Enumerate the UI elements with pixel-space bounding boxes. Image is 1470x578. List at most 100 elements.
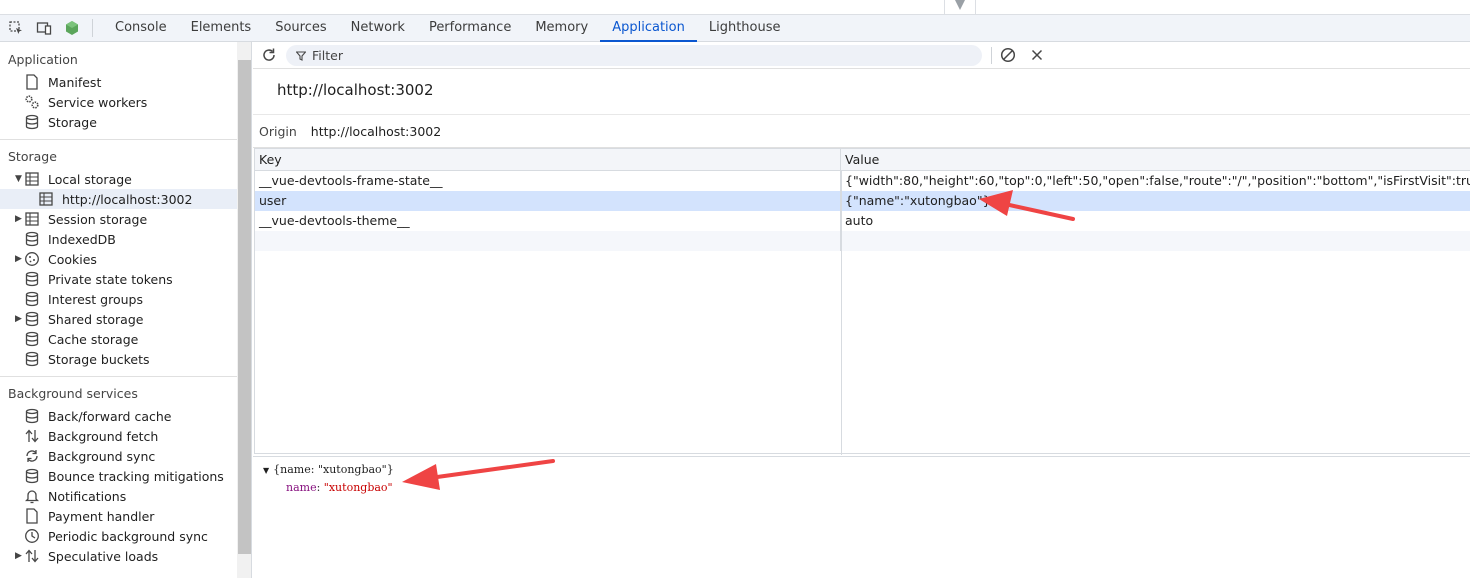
toolbar-separator (991, 47, 992, 64)
sidebar-item-local-storage[interactable]: ▼ Local storage (0, 169, 237, 189)
sidebar-item-label: Manifest (48, 74, 102, 90)
sidebar-item-background-fetch[interactable]: Background fetch (0, 426, 237, 446)
sidebar-item-local-storage-origin[interactable]: http://localhost:3002 (0, 189, 237, 209)
sidebar-item-label: Cache storage (48, 331, 139, 347)
tab-application[interactable]: Application (600, 15, 697, 42)
tab-performance[interactable]: Performance (417, 15, 523, 42)
cell-key[interactable]: __vue-devtools-frame-state__ (255, 171, 841, 191)
cell-value[interactable]: {"width":80,"height":60,"top":0,"left":5… (841, 171, 1470, 191)
refresh-icon[interactable] (261, 47, 277, 66)
sidebar-item-label: Local storage (48, 171, 132, 187)
collapsed-arrow-icon[interactable]: ▶ (15, 254, 25, 264)
storage-data-grid: Key Value __vue-devtools-frame-state__ {… (254, 148, 1470, 455)
bell-icon (24, 488, 40, 504)
panel-tabs: Console Elements Sources Network Perform… (0, 14, 1470, 42)
database-icon (24, 114, 40, 130)
sync-icon (24, 448, 40, 464)
collapsed-arrow-icon[interactable]: ▶ (15, 214, 25, 224)
tab-memory[interactable]: Memory (523, 15, 600, 42)
tab-elements[interactable]: Elements (179, 15, 264, 42)
cell-value[interactable]: auto (841, 211, 1470, 231)
preview-property-value: "xutongbao" (323, 481, 393, 494)
tab-network[interactable]: Network (339, 15, 417, 42)
database-icon (24, 311, 40, 327)
table-row-selected[interactable]: user {"name":"xutongbao"} (255, 191, 1470, 211)
table-row[interactable]: __vue-devtools-frame-state__ {"width":80… (255, 171, 1470, 191)
cookie-icon (24, 251, 40, 267)
sidebar-item-label: Session storage (48, 211, 148, 227)
collapsed-arrow-icon[interactable]: ▶ (15, 551, 25, 561)
sidebar-item-storage-buckets[interactable]: Storage buckets (0, 349, 237, 369)
cell-key[interactable]: __vue-devtools-theme__ (255, 211, 841, 231)
database-icon (24, 331, 40, 347)
devtools-topbar: Console Elements Sources Network Perform… (0, 0, 1470, 42)
sidebar-item-label: http://localhost:3002 (62, 191, 193, 207)
preview-summary: {name: "xutongbao"} (273, 463, 394, 476)
filter-input[interactable]: Filter (286, 45, 982, 66)
annotation-arrow-icon (979, 190, 1075, 221)
sidebar-item-speculative-loads[interactable]: ▶ Speculative loads (0, 546, 237, 566)
database-icon (24, 271, 40, 287)
sidebar-item-label: Shared storage (48, 311, 144, 327)
sidebar-item-service-workers[interactable]: Service workers (0, 92, 237, 112)
database-icon (24, 231, 40, 247)
tab-sources[interactable]: Sources (263, 15, 338, 42)
preview-property-key: name (286, 481, 317, 494)
cell-value[interactable]: {"name":"xutongbao"} (841, 191, 1470, 211)
sidebar-item-storage[interactable]: Storage (0, 112, 237, 132)
cell-value-empty (841, 231, 1470, 251)
preview-summary-line[interactable]: ▼ {name: "xutongbao"} (263, 463, 394, 476)
top-strip (0, 0, 1470, 14)
sidebar-item-payment-handler[interactable]: Payment handler (0, 506, 237, 526)
sidebar-item-label: Background fetch (48, 428, 159, 444)
expanded-arrow-icon[interactable]: ▼ (263, 466, 269, 475)
sidebar-item-shared-storage[interactable]: ▶ Shared storage (0, 309, 237, 329)
vue-devtools-icon[interactable] (58, 15, 86, 41)
cell-key[interactable]: user (255, 191, 841, 211)
table-icon (24, 211, 40, 227)
section-storage-title: Storage (8, 149, 57, 164)
sidebar-item-cookies[interactable]: ▶ Cookies (0, 249, 237, 269)
delete-selected-icon[interactable] (1030, 48, 1044, 65)
sidebar-item-label: Storage (48, 114, 97, 130)
sidebar-item-background-sync[interactable]: Background sync (0, 446, 237, 466)
tab-console[interactable]: Console (103, 15, 179, 42)
collapsed-arrow-icon[interactable]: ▶ (15, 314, 25, 324)
column-header-value[interactable]: Value (841, 149, 1470, 170)
sidebar-item-label: Private state tokens (48, 271, 173, 287)
clear-all-icon[interactable] (1000, 47, 1016, 66)
sidebar-item-private-state-tokens[interactable]: Private state tokens (0, 269, 237, 289)
sidebar-item-notifications[interactable]: Notifications (0, 486, 237, 506)
table-row[interactable]: __vue-devtools-theme__ auto (255, 211, 1470, 231)
file-icon (24, 508, 40, 524)
database-icon (24, 468, 40, 484)
origin-label: Origin (259, 123, 297, 139)
sidebar-scrollbar[interactable] (237, 42, 252, 578)
sidebar-item-periodic-background-sync[interactable]: Periodic background sync (0, 526, 237, 546)
sidebar-divider (0, 376, 237, 377)
sidebar-item-interest-groups[interactable]: Interest groups (0, 289, 237, 309)
tab-lighthouse[interactable]: Lighthouse (697, 15, 793, 42)
scrollbar-thumb[interactable] (238, 60, 251, 554)
preview-colon: : (316, 481, 324, 494)
sidebar-item-manifest[interactable]: Manifest (0, 72, 237, 92)
sidebar-item-label: Payment handler (48, 508, 155, 524)
sidebar-item-back-forward-cache[interactable]: Back/forward cache (0, 406, 237, 426)
sidebar-item-label: Periodic background sync (48, 528, 208, 544)
page-scroll-marker (944, 0, 976, 14)
column-header-key[interactable]: Key (255, 149, 841, 170)
sidebar-item-bounce-tracking[interactable]: Bounce tracking mitigations (0, 466, 237, 486)
clock-icon (24, 528, 40, 544)
sidebar-item-label: Back/forward cache (48, 408, 172, 424)
sidebar-item-label: Background sync (48, 448, 156, 464)
expanded-arrow-icon[interactable]: ▼ (15, 174, 25, 184)
sidebar-item-cache-storage[interactable]: Cache storage (0, 329, 237, 349)
origin-heading: http://localhost:3002 (277, 81, 434, 99)
sidebar-item-session-storage[interactable]: ▶ Session storage (0, 209, 237, 229)
inspect-element-icon[interactable] (2, 15, 30, 41)
database-icon (24, 408, 40, 424)
gears-icon (24, 94, 40, 110)
device-toolbar-icon[interactable] (30, 15, 58, 41)
sidebar-item-indexeddb[interactable]: IndexedDB (0, 229, 237, 249)
annotation-arrow-icon (402, 459, 555, 490)
